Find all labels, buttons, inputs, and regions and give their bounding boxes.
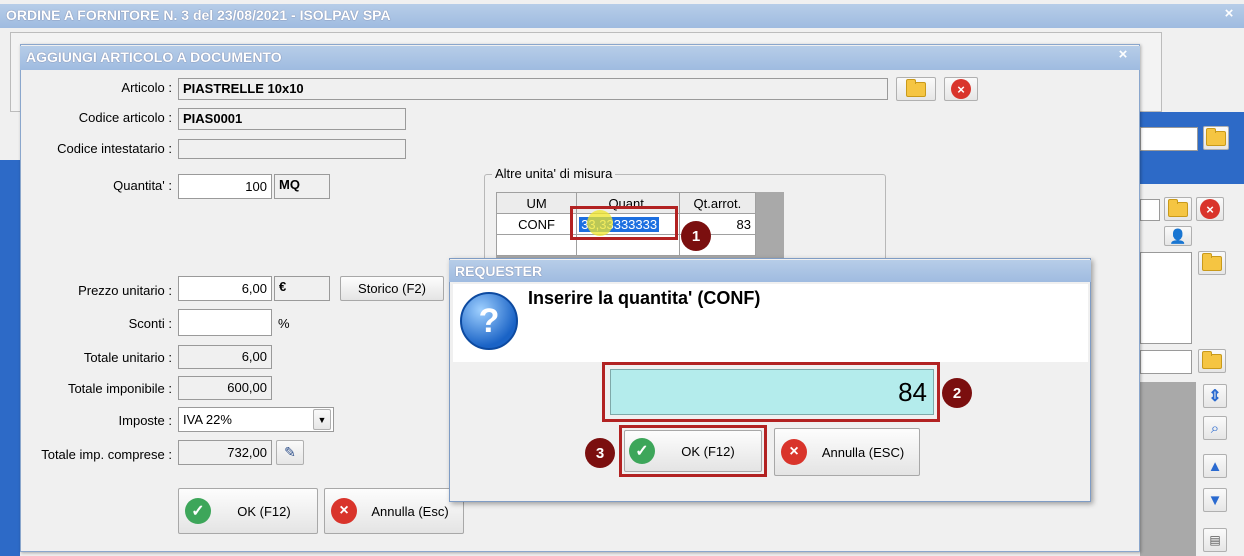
close-circle-icon: ×: [1200, 199, 1220, 219]
main-page-button[interactable]: ▤: [1203, 528, 1227, 552]
up-down-arrow-icon: ⇕: [1208, 388, 1222, 405]
main-folder-button-3[interactable]: [1198, 251, 1226, 275]
articolo-label: Articolo :: [121, 80, 172, 95]
imposte-select[interactable]: IVA 22%: [178, 407, 334, 432]
close-circle-icon: ×: [331, 498, 357, 524]
codice-articolo-field[interactable]: PIAS0001: [178, 108, 406, 130]
chevron-down-icon: ▼: [317, 414, 327, 425]
totale-imponibile-field: 600,00: [178, 376, 272, 400]
sconti-unit: %: [278, 316, 290, 331]
main-window-title: ORDINE A FORNITORE N. 3 del 23/08/2021 -…: [6, 7, 391, 23]
question-icon: ?: [460, 292, 518, 350]
um-cell: CONF: [495, 213, 578, 235]
folder-icon: [1168, 198, 1188, 217]
close-circle-icon: ×: [781, 439, 807, 465]
prezzo-unitario-input[interactable]: 6,00: [178, 276, 272, 301]
um-col-header: UM: [495, 192, 578, 214]
close-icon: ×: [1224, 5, 1234, 22]
step-marker-3: 3: [585, 438, 615, 468]
imposte-dropdown-button[interactable]: ▼: [313, 409, 331, 430]
quantita-input[interactable]: 100: [178, 174, 272, 199]
main-window-titlebar: ORDINE A FORNITORE N. 3 del 23/08/2021 -…: [0, 4, 1244, 28]
sconti-label: Sconti :: [128, 316, 172, 331]
page-icon: ▤: [1209, 533, 1221, 547]
main-field-right-1[interactable]: [1140, 127, 1198, 151]
dialog-ok-label: OK (F12): [237, 503, 291, 519]
totale-unitario-label: Totale unitario :: [83, 350, 172, 365]
user-icon: 👤: [1169, 227, 1187, 244]
articolo-browse-button[interactable]: [896, 77, 936, 101]
main-cancel-button[interactable]: ×: [1196, 197, 1224, 221]
codice-articolo-label: Codice articolo :: [78, 110, 172, 125]
close-circle-icon: ×: [951, 79, 971, 99]
main-folder-button-4[interactable]: [1198, 349, 1226, 373]
close-icon: ×: [1118, 46, 1128, 63]
arrow-down-icon: ▼: [1207, 491, 1223, 509]
dialog-annulla-button[interactable]: × Annulla (Esc): [324, 488, 464, 534]
main-zoom-button[interactable]: ⌕: [1203, 416, 1227, 440]
prezzo-currency-field: €: [274, 276, 330, 301]
requester-ok-label: OK (F12): [681, 443, 735, 459]
main-down-button[interactable]: ▼: [1203, 488, 1227, 512]
imposte-label: Imposte :: [118, 413, 172, 428]
codice-intestatario-field[interactable]: [178, 139, 406, 159]
sconti-input[interactable]: [178, 309, 272, 336]
qtarrot-col-header: Qt.arrot.: [678, 192, 757, 214]
main-field-right-2[interactable]: [1140, 199, 1160, 221]
requester-message: Inserire la quantita' (CONF): [528, 288, 761, 308]
magnifier-icon: ⌕: [1210, 419, 1220, 437]
requester-annulla-label: Annulla (ESC): [821, 444, 905, 460]
dialog-ok-button[interactable]: ✓ OK (F12): [178, 488, 318, 534]
add-article-dialog-titlebar: AGGIUNGI ARTICOLO A DOCUMENTO: [20, 46, 1140, 70]
check-icon: ✓: [629, 438, 655, 464]
articolo-field[interactable]: PIASTRELLE 10x10: [178, 78, 888, 100]
quantita-label: Quantita' :: [113, 178, 172, 193]
highlight-box-1: [570, 206, 678, 240]
main-folder-button-2[interactable]: [1164, 197, 1192, 221]
main-up-button[interactable]: ▲: [1203, 454, 1227, 478]
main-user-button[interactable]: 👤: [1164, 226, 1192, 246]
add-article-dialog-title: AGGIUNGI ARTICOLO A DOCUMENTO: [26, 49, 282, 65]
add-article-dialog-close-button[interactable]: ×: [1112, 46, 1134, 68]
requester-ok-button[interactable]: ✓ OK (F12): [624, 430, 762, 472]
main-textarea-right[interactable]: [1140, 252, 1192, 344]
main-field-right-3[interactable]: [1140, 350, 1192, 374]
prezzo-unitario-label: Prezzo unitario :: [78, 283, 172, 298]
totale-imp-comprese-label: Totale imp. comprese :: [41, 447, 172, 462]
empty-cell: [495, 234, 578, 256]
requester-titlebar: REQUESTER: [449, 260, 1091, 282]
requester-quantity-input[interactable]: 84: [610, 369, 934, 415]
arrow-up-icon: ▲: [1207, 457, 1223, 475]
requester-title: REQUESTER: [455, 263, 543, 279]
folder-icon: [906, 78, 926, 97]
codice-intestatario-label: Codice intestatario :: [57, 141, 172, 156]
imposte-selected-value: IVA 22%: [183, 412, 232, 427]
main-sort-button[interactable]: ⇕: [1203, 384, 1227, 408]
altre-um-legend: Altre unita' di misura: [492, 166, 616, 181]
quantita-um-field: MQ: [274, 174, 330, 199]
step-marker-1: 1: [681, 221, 711, 251]
storico-button[interactable]: Storico (F2): [340, 276, 444, 301]
totale-imp-comprese-field: 732,00: [178, 440, 272, 465]
folder-icon: [1206, 127, 1226, 146]
check-icon: ✓: [185, 498, 211, 524]
totale-imponibile-label: Totale imponibile :: [67, 381, 172, 396]
main-left-edge: [0, 160, 20, 556]
main-folder-button-1[interactable]: [1203, 126, 1229, 150]
edit-icon: ✎: [284, 444, 296, 460]
requester-annulla-button[interactable]: × Annulla (ESC): [774, 428, 920, 476]
articolo-clear-button[interactable]: ×: [944, 77, 978, 101]
totale-unitario-field: 6,00: [178, 345, 272, 369]
main-grid-area: [1140, 382, 1196, 556]
main-window-close-button[interactable]: ×: [1218, 5, 1240, 27]
totale-imp-edit-button[interactable]: ✎: [276, 440, 304, 465]
dialog-annulla-label: Annulla (Esc): [371, 503, 449, 519]
folder-icon: [1202, 350, 1222, 369]
step-marker-2: 2: [942, 378, 972, 408]
folder-icon: [1202, 252, 1222, 271]
